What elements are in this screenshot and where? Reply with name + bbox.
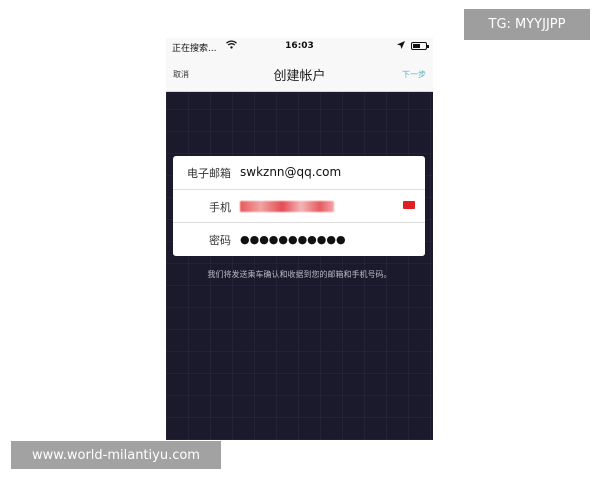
- location-arrow-icon: [397, 41, 405, 49]
- china-flag-icon[interactable]: [403, 201, 415, 209]
- phone-field[interactable]: [240, 201, 334, 212]
- password-field[interactable]: [240, 223, 390, 255]
- tg-watermark: TG: MYYJJPP: [464, 9, 590, 40]
- nav-bar: 取消 创建帐户 下一步: [166, 56, 433, 92]
- phone-label: 手机: [209, 201, 231, 214]
- email-row: 电子邮箱: [173, 156, 425, 189]
- status-time: 16:03: [285, 41, 314, 51]
- email-label: 电子邮箱: [187, 167, 231, 180]
- page-title: 创建帐户: [273, 69, 326, 84]
- status-bar: 正在搜索... 16:03: [166, 38, 433, 56]
- battery-icon: [411, 42, 429, 50]
- phone-screen: 正在搜索... 16:03 取消 创建帐户 下一步 电子邮箱 手机: [166, 38, 433, 440]
- email-field[interactable]: [240, 156, 390, 188]
- signup-form: 电子邮箱 手机 密码: [173, 156, 425, 256]
- url-watermark: www.world-milantiyu.com: [11, 441, 221, 469]
- password-label: 密码: [209, 234, 231, 247]
- next-button[interactable]: 下一步: [402, 69, 426, 80]
- password-row: 密码: [173, 222, 425, 256]
- phone-row: 手机: [173, 189, 425, 223]
- content-area: 电子邮箱 手机 密码 我们将发送乘车确认和收据到您的邮箱和手机号码。: [166, 92, 433, 440]
- hint-text: 我们将发送乘车确认和收据到您的邮箱和手机号码。: [207, 270, 392, 279]
